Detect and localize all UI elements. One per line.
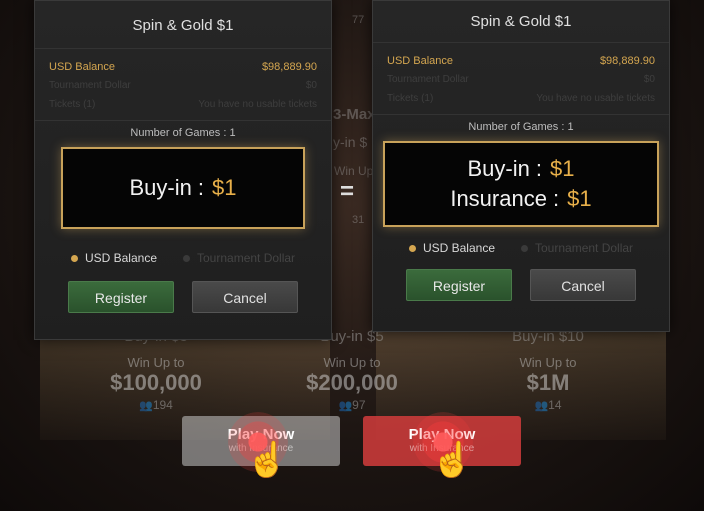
balance-section: USD Balance $98,889.90 Tournament Dollar… [373,43,669,108]
tournament-dollar-value: $0 [305,80,317,91]
insurance-line: Insurance : $1 [450,186,591,212]
tile-prize: $1M [526,370,570,395]
tickets-value: You have no usable tickets [198,99,317,110]
tickets-row: Tickets (1) You have no usable tickets [387,89,655,108]
radio-usd-balance[interactable]: USD Balance [70,251,157,265]
register-button[interactable]: Register [68,281,174,313]
usd-balance-label: USD Balance [387,54,454,67]
tickets-row: Tickets (1) You have no usable tickets [49,95,317,114]
buyin-line: Buy-in : $1 [129,175,236,201]
tile-player-count: 194 [96,398,216,412]
tournament-dollar-value: $0 [643,74,655,85]
pointing-hand-icon: ☝ [431,441,474,479]
payment-options: USD Balance Tournament Dollar [373,241,669,255]
cancel-button[interactable]: Cancel [192,281,298,313]
dialog-buttons: Register Cancel [35,281,331,313]
insurance-value: $1 [567,186,592,211]
bg-text-max: 3-Max [333,106,376,123]
dialog-title: Spin & Gold $1 [373,1,669,43]
tile-winup: Win Up to [127,355,185,370]
dialog-buttons: Register Cancel [373,269,669,301]
radio-usd-label: USD Balance [422,241,495,255]
buyin-box: Buy-in : $1 [61,147,305,229]
tile-winup: Win Up to [323,355,381,370]
games-value: 1 [229,127,236,139]
tile-player-count: 14 [488,398,608,412]
usd-balance-value: $98,889.90 [599,54,655,67]
bg-text-buyin: y-in $ [333,134,368,150]
usd-balance-value: $98,889.90 [261,60,317,73]
register-button[interactable]: Register [406,269,512,301]
games-value: 1 [567,121,574,133]
dialog-title: Spin & Gold $1 [35,1,331,49]
radio-usd-balance[interactable]: USD Balance [408,241,495,255]
insurance-label: Insurance : [450,186,560,211]
buyin-value: $1 [550,156,575,181]
bg-text-count-top: 77 [352,14,365,26]
radio-unselected-icon [183,254,190,262]
tournament-dollar-row: Tournament Dollar $0 [49,76,317,95]
tournament-dollar-row: Tournament Dollar $0 [387,70,655,89]
tile-prize: $100,000 [110,370,202,395]
radio-td-label: Tournament Dollar [535,241,634,255]
register-dialog-right: Spin & Gold $1 USD Balance $98,889.90 To… [372,0,670,332]
buyin-value: $1 [212,175,237,200]
lobby-tile: Buy-in $5 Win Up to $200,000 97 [292,328,412,428]
games-label: Number of Games [130,127,221,139]
tickets-label: Tickets (1) [49,99,96,110]
number-of-games: Number of Games : 1 [468,121,574,133]
radio-tournament-dollar[interactable]: Tournament Dollar [183,251,295,265]
radio-usd-label: USD Balance [84,251,157,265]
tile-prize: $200,000 [306,370,398,395]
tickets-label: Tickets (1) [387,93,434,104]
lobby-tile: Buy-in $10 Win Up to $1M 14 [488,328,608,428]
radio-selected-icon [408,244,416,252]
buyin-box: Buy-in : $1 Insurance : $1 [383,141,659,227]
games-label: Number of Games [468,121,559,133]
number-of-games: Number of Games : 1 [130,127,236,139]
payment-options: USD Balance Tournament Dollar [35,251,331,265]
tickets-value: You have no usable tickets [536,93,655,104]
radio-td-label: Tournament Dollar [197,251,296,265]
tournament-dollar-label: Tournament Dollar [49,80,131,91]
equals-sign: = [340,178,355,205]
tournament-dollar-label: Tournament Dollar [387,74,469,85]
usd-balance-row: USD Balance $98,889.90 [49,57,317,76]
bg-text-winup: Win Up [334,164,374,178]
tile-player-count: 97 [292,398,412,412]
buyin-label: Buy-in : [467,156,543,181]
radio-tournament-dollar[interactable]: Tournament Dollar [521,241,633,255]
buyin-line: Buy-in : $1 [467,156,574,182]
cancel-button[interactable]: Cancel [530,269,636,301]
bg-text-count-mid: 31 [352,214,365,226]
usd-balance-label: USD Balance [49,60,116,73]
usd-balance-row: USD Balance $98,889.90 [387,51,655,70]
pointing-hand-icon: ☝ [246,441,289,479]
register-dialog-left: Spin & Gold $1 USD Balance $98,889.90 To… [34,0,332,340]
radio-unselected-icon [521,244,528,252]
balance-section: USD Balance $98,889.90 Tournament Dollar… [35,49,331,114]
buyin-label: Buy-in : [129,175,205,200]
radio-selected-icon [70,254,78,262]
lobby-tile: Buy-in $3 Win Up to $100,000 194 [96,328,216,428]
tile-winup: Win Up to [519,355,577,370]
